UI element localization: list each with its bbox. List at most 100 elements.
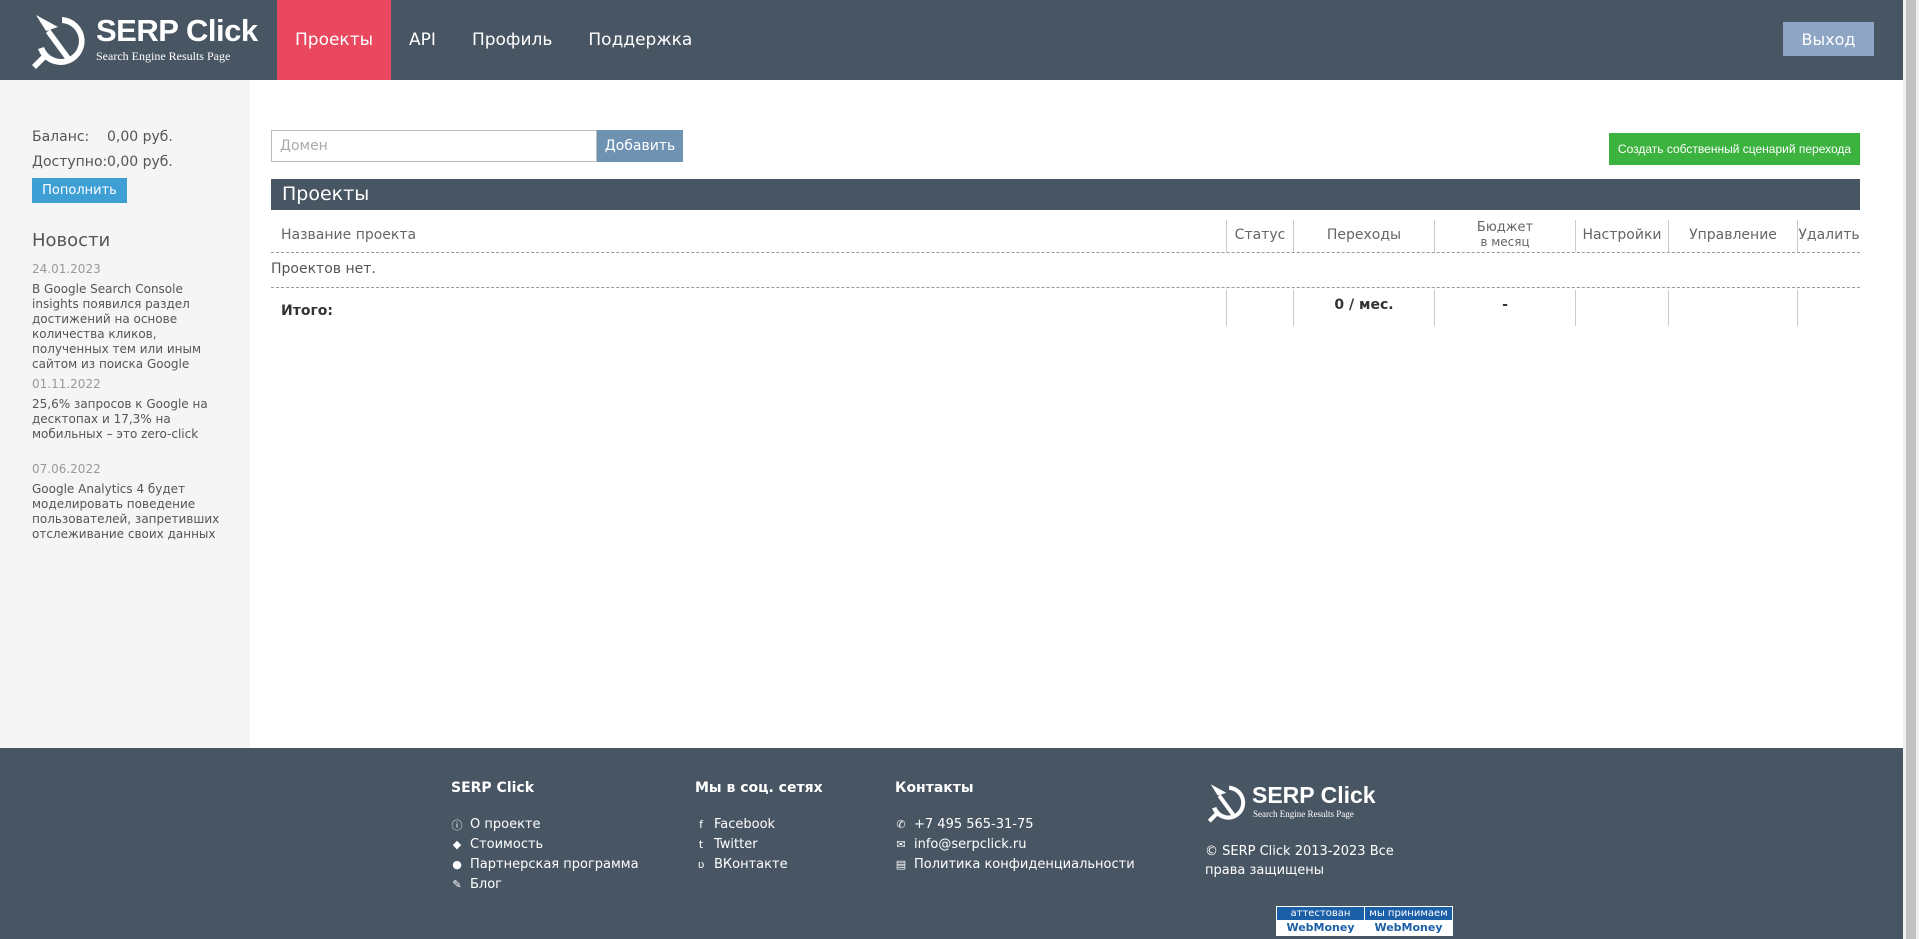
nav-support[interactable]: Поддержка bbox=[570, 0, 710, 80]
news-text[interactable]: 25,6% запросов к Google на десктопах и 1… bbox=[32, 397, 232, 442]
table-divider bbox=[271, 287, 1860, 288]
col-status: Статус bbox=[1234, 227, 1286, 243]
footer-link-label: О проекте bbox=[470, 817, 541, 832]
hammer-sickle-logo-icon bbox=[32, 15, 85, 69]
wm-label: мы принимаем bbox=[1365, 907, 1452, 920]
col-budget-line1: Бюджет bbox=[1476, 220, 1534, 235]
add-domain-button[interactable]: Добавить bbox=[597, 130, 683, 162]
column-divider bbox=[1226, 220, 1227, 252]
footer-privacy[interactable]: ▤ Политика конфиденциальности bbox=[895, 857, 1135, 872]
footer-link-label: Политика конфиденциальности bbox=[914, 857, 1135, 872]
footer-link-twitter[interactable]: t Twitter bbox=[695, 837, 758, 852]
wm-label: WebMoney bbox=[1365, 920, 1452, 936]
envelope-icon: ✉ bbox=[896, 838, 906, 851]
footer-email[interactable]: ✉ info@serpclick.ru bbox=[895, 837, 1026, 852]
news-text[interactable]: В Google Search Console insights появилс… bbox=[32, 282, 232, 372]
user-icon: ● bbox=[452, 858, 462, 871]
pencil-icon: ✎ bbox=[452, 878, 462, 891]
webmoney-attested: аттестован WebMoney bbox=[1277, 907, 1364, 936]
balance-row: Баланс: 0,00 руб. bbox=[32, 129, 173, 145]
copyright: © SERP Click 2013-2023 Все права защищен… bbox=[1205, 844, 1394, 878]
tag-icon: ◆ bbox=[452, 838, 462, 851]
footer-logo-icon bbox=[1207, 784, 1246, 823]
column-divider bbox=[1434, 220, 1435, 252]
footer-col1-title: SERP Click bbox=[451, 780, 535, 796]
logo-title: SERP Click bbox=[96, 13, 258, 48]
webmoney-badge[interactable]: аттестован WebMoney мы принимаем WebMone… bbox=[1276, 906, 1453, 936]
wm-label: WebMoney bbox=[1277, 920, 1364, 936]
col-manage: Управление bbox=[1689, 227, 1777, 243]
footer-col3-title: Контакты bbox=[895, 780, 974, 796]
projects-title-bar: Проекты bbox=[271, 179, 1860, 210]
footer-logo-subtitle: Search Engine Results Page bbox=[1253, 809, 1354, 819]
col-settings: Настройки bbox=[1582, 227, 1662, 243]
footer: SERP Click ⓘ О проекте ◆ Стоимость ● Партне… bbox=[0, 748, 1903, 939]
footer-link-blog[interactable]: ✎ Блог bbox=[451, 877, 502, 892]
total-clicks: 0 / мес. bbox=[1334, 297, 1394, 313]
scrollbar-thumb[interactable] bbox=[1906, 0, 1916, 939]
top-header: SERP Click Search Engine Results Page Пр… bbox=[0, 0, 1903, 80]
column-divider bbox=[1226, 290, 1227, 326]
footer-link-label: +7 495 565-31-75 bbox=[914, 817, 1034, 832]
balance-value: 0,00 руб. bbox=[107, 129, 173, 145]
news-date: 07.06.2022 bbox=[32, 462, 101, 476]
balance-label: Баланс: bbox=[32, 129, 90, 145]
logo-subtitle: Search Engine Results Page bbox=[96, 49, 231, 63]
news-date: 24.01.2023 bbox=[32, 262, 101, 276]
twitter-icon: t bbox=[698, 838, 704, 851]
col-delete: Удалить bbox=[1798, 227, 1860, 243]
nav-api[interactable]: API bbox=[391, 0, 454, 80]
empty-projects-text: Проектов нет. bbox=[271, 261, 376, 277]
available-row: Доступно:0,00 руб. bbox=[32, 154, 173, 170]
topup-button[interactable]: Пополнить bbox=[32, 178, 127, 203]
info-icon: ⓘ bbox=[451, 818, 463, 832]
col-budget-line2: в месяц bbox=[1480, 235, 1530, 249]
available-value: 0,00 руб. bbox=[107, 154, 173, 170]
footer-link-label: Facebook bbox=[714, 817, 776, 832]
column-divider bbox=[1293, 220, 1294, 252]
wm-label: аттестован bbox=[1277, 907, 1364, 920]
document-icon: ▤ bbox=[895, 858, 907, 871]
total-budget: - bbox=[1502, 297, 1508, 313]
table-divider bbox=[271, 252, 1860, 253]
news-text[interactable]: Google Analytics 4 будет моделировать по… bbox=[32, 482, 232, 542]
column-divider bbox=[1668, 290, 1669, 326]
footer-link-vk[interactable]: ʋ ВКонтакте bbox=[695, 857, 788, 872]
news-title: Новости bbox=[32, 230, 111, 251]
logout-button[interactable]: Выход bbox=[1783, 22, 1874, 56]
footer-col2-title: Мы в соц. сетях bbox=[695, 780, 823, 796]
news-item[interactable]: 07.06.2022 Google Analytics 4 будет моде… bbox=[32, 462, 232, 542]
footer-link-label: Партнерская программа bbox=[470, 857, 639, 872]
footer-link-pricing[interactable]: ◆ Стоимость bbox=[451, 837, 543, 852]
column-divider bbox=[1293, 290, 1294, 326]
webmoney-accepted: мы принимаем WebMoney bbox=[1364, 907, 1452, 936]
phone-icon: ✆ bbox=[896, 818, 906, 831]
footer-link-about[interactable]: ⓘ О проекте bbox=[451, 817, 541, 832]
column-divider bbox=[1797, 290, 1798, 326]
facebook-icon: f bbox=[699, 818, 703, 831]
col-budget: Бюджет в месяц bbox=[1435, 218, 1575, 252]
column-divider bbox=[1668, 220, 1669, 252]
column-divider bbox=[1434, 290, 1435, 326]
available-label: Доступно: bbox=[32, 154, 108, 170]
footer-phone[interactable]: ✆ +7 495 565-31-75 bbox=[895, 817, 1034, 832]
sidebar: Баланс: 0,00 руб. Доступно:0,00 руб. Попо… bbox=[0, 80, 250, 748]
domain-input[interactable] bbox=[271, 130, 597, 162]
footer-link-label: Стоимость bbox=[470, 837, 544, 852]
vk-icon: ʋ bbox=[697, 858, 705, 871]
logo[interactable]: SERP Click Search Engine Results Page bbox=[28, 9, 258, 73]
nav-projects[interactable]: Проекты bbox=[277, 0, 392, 80]
create-scenario-button[interactable]: Создать собственный сценарий перехода bbox=[1609, 133, 1860, 165]
col-clicks: Переходы bbox=[1326, 227, 1402, 243]
footer-link-label: Блог bbox=[470, 877, 503, 892]
footer-logo-title: SERP Click bbox=[1252, 782, 1376, 808]
main-nav: Проекты API Профиль Поддержка bbox=[277, 0, 710, 80]
nav-profile[interactable]: Профиль bbox=[454, 0, 570, 80]
footer-link-label: ВКонтакте bbox=[714, 857, 788, 872]
news-item[interactable]: 01.11.2022 25,6% запросов к Google на де… bbox=[32, 377, 232, 442]
column-divider bbox=[1575, 220, 1576, 252]
footer-link-facebook[interactable]: f Facebook bbox=[695, 817, 775, 832]
news-item[interactable]: 24.01.2023 В Google Search Console insig… bbox=[32, 262, 232, 372]
footer-link-partner[interactable]: ● Партнерская программа bbox=[451, 857, 639, 872]
column-divider bbox=[1575, 290, 1576, 326]
